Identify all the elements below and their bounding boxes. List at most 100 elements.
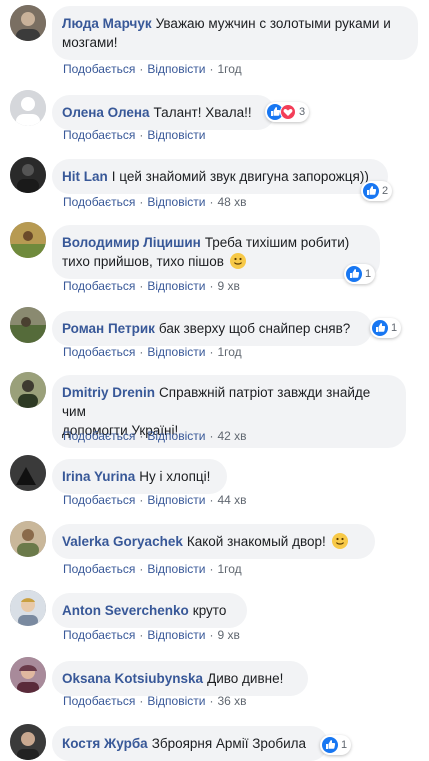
comment-bubble: Олена Олена Талант! Хвала!! bbox=[52, 95, 275, 130]
comment-time[interactable]: 48 хв bbox=[217, 195, 246, 209]
reaction-count: 1 bbox=[391, 322, 398, 334]
comment-time[interactable]: 1год bbox=[217, 345, 241, 359]
avatar[interactable] bbox=[10, 5, 46, 41]
comment-text: круто bbox=[192, 603, 227, 618]
comment-bubble: Hit Lan І цей знайомий звук двигуна запор… bbox=[52, 159, 388, 194]
comment-text: І цей знайомий звук двигуна запорожця)) bbox=[111, 169, 369, 184]
comment-actions: Подобається · Відповісти · 36 хв bbox=[63, 694, 247, 708]
comment-actions: Подобається · Відповісти · 1год bbox=[63, 345, 242, 359]
avatar[interactable] bbox=[10, 90, 46, 126]
reaction-summary[interactable]: 3 bbox=[265, 102, 310, 122]
reply-link[interactable]: Відповісти bbox=[147, 493, 205, 507]
comment-text: Треба тихішим робити) bbox=[204, 235, 350, 250]
comment-actions: Подобається · Відповісти · 42 хв bbox=[63, 429, 247, 443]
like-link[interactable]: Подобається bbox=[63, 429, 135, 443]
comment-actions: Подобається · Відповісти · 1год bbox=[63, 62, 242, 76]
reaction-count: 1 bbox=[341, 739, 348, 751]
like-link[interactable]: Подобається bbox=[63, 562, 135, 576]
avatar[interactable] bbox=[10, 724, 46, 760]
reply-link[interactable]: Відповісти bbox=[147, 628, 205, 642]
comment-author[interactable]: Oksana Kotsiubynska bbox=[62, 671, 203, 686]
comment-time[interactable]: 9 хв bbox=[217, 279, 239, 293]
like-link[interactable]: Подобається bbox=[63, 195, 135, 209]
comment-text: Диво дивне! bbox=[207, 671, 284, 686]
comment-bubble: Костя Журба Зброярня Армії Зробила bbox=[52, 726, 328, 761]
reply-link[interactable]: Відповісти bbox=[147, 429, 205, 443]
like-reaction-icon bbox=[346, 266, 362, 282]
reaction-count: 1 bbox=[365, 268, 372, 280]
comment-author[interactable]: Hit Lan bbox=[62, 169, 108, 184]
reaction-count: 3 bbox=[299, 106, 306, 118]
reply-link[interactable]: Відповісти bbox=[147, 562, 205, 576]
like-link[interactable]: Подобається bbox=[63, 62, 135, 76]
reply-link[interactable]: Відповісти bbox=[147, 345, 205, 359]
avatar[interactable] bbox=[10, 157, 46, 193]
comment-actions: Подобається · Відповісти · 9 хв bbox=[63, 628, 240, 642]
comment-text-line2: мозгами! bbox=[62, 35, 118, 50]
smile-emoji-icon bbox=[331, 533, 348, 549]
comment-actions: Подобається · Відповісти · 44 хв bbox=[63, 493, 247, 507]
comment-author[interactable]: Valerka Goryachek bbox=[62, 534, 183, 549]
like-reaction-icon bbox=[363, 183, 379, 199]
reply-link[interactable]: Відповісти bbox=[147, 62, 205, 76]
comment-text: бак зверху щоб снайпер сняв? bbox=[158, 321, 351, 336]
comment-text: Зброярня Армії Зробила bbox=[151, 736, 307, 751]
avatar[interactable] bbox=[10, 590, 46, 626]
comment-time[interactable]: 1год bbox=[217, 562, 241, 576]
avatar[interactable] bbox=[10, 455, 46, 491]
comment-author[interactable]: Олена Олена bbox=[62, 105, 150, 120]
like-link[interactable]: Подобається bbox=[63, 345, 135, 359]
avatar[interactable] bbox=[10, 521, 46, 557]
like-link[interactable]: Подобається bbox=[63, 279, 135, 293]
like-link[interactable]: Подобається bbox=[63, 493, 135, 507]
like-reaction-icon bbox=[372, 320, 388, 336]
comment-actions: Подобається · Відповісти · 9 хв bbox=[63, 279, 240, 293]
reaction-summary[interactable]: 1 bbox=[344, 264, 376, 284]
avatar[interactable] bbox=[10, 307, 46, 343]
comment-bubble: Люда Марчук Уважаю мужчин с золотыми рука… bbox=[52, 6, 418, 60]
comment-time[interactable]: 9 хв bbox=[217, 628, 239, 642]
comment-bubble: Valerka Goryachek Какой знакомый двор! bbox=[52, 524, 375, 559]
comment-bubble: Anton Severchenko круто bbox=[52, 593, 247, 628]
comment-author[interactable]: Anton Severchenko bbox=[62, 603, 189, 618]
comment-author[interactable]: Dmitriy Drenin bbox=[62, 385, 155, 400]
comment-time[interactable]: 1год bbox=[217, 62, 241, 76]
comment-text: Ну і хлопці! bbox=[139, 469, 211, 484]
comment-actions: Подобається · Відповісти · 1год bbox=[63, 562, 242, 576]
comment-author[interactable]: Люда Марчук bbox=[62, 16, 152, 31]
comment-actions: Подобається · Відповісти bbox=[63, 128, 206, 142]
comment-text-line2: тихо прийшов, тихо пішов bbox=[62, 254, 224, 269]
like-link[interactable]: Подобається bbox=[63, 694, 135, 708]
reaction-summary[interactable]: 1 bbox=[320, 735, 352, 755]
comment-bubble: Oksana Kotsiubynska Диво дивне! bbox=[52, 661, 308, 696]
comment-bubble: Володимир Ліцишин Треба тихішим робити) т… bbox=[52, 225, 380, 279]
reaction-summary[interactable]: 1 bbox=[370, 318, 402, 338]
reply-link[interactable]: Відповісти bbox=[147, 195, 205, 209]
comment-author[interactable]: Костя Журба bbox=[62, 736, 148, 751]
like-link[interactable]: Подобається bbox=[63, 128, 135, 142]
comment-text: Уважаю мужчин с золотыми руками и bbox=[155, 16, 391, 31]
comment-author[interactable]: Irina Yurina bbox=[62, 469, 135, 484]
comment-bubble: Irina Yurina Ну і хлопці! bbox=[52, 459, 227, 494]
like-link[interactable]: Подобається bbox=[63, 628, 135, 642]
avatar[interactable] bbox=[10, 372, 46, 408]
comment-actions: Подобається · Відповісти · 48 хв bbox=[63, 195, 247, 209]
comment-text: Какой знакомый двор! bbox=[186, 534, 326, 549]
comment-time[interactable]: 36 хв bbox=[217, 694, 246, 708]
like-reaction-icon bbox=[322, 737, 338, 753]
avatar[interactable] bbox=[10, 222, 46, 258]
comment-text: Талант! Хвала!! bbox=[153, 105, 252, 120]
reply-link[interactable]: Відповісти bbox=[147, 128, 205, 142]
smile-emoji-icon bbox=[229, 253, 246, 269]
reaction-summary[interactable]: 2 bbox=[361, 181, 393, 201]
love-reaction-icon bbox=[280, 104, 296, 120]
avatar[interactable] bbox=[10, 657, 46, 693]
comment-author[interactable]: Роман Петрик bbox=[62, 321, 155, 336]
reaction-count: 2 bbox=[382, 185, 389, 197]
comment-time[interactable]: 42 хв bbox=[217, 429, 246, 443]
comment-author[interactable]: Володимир Ліцишин bbox=[62, 235, 201, 250]
reply-link[interactable]: Відповісти bbox=[147, 279, 205, 293]
comment-bubble: Роман Петрик бак зверху щоб снайпер сняв? bbox=[52, 311, 372, 346]
reply-link[interactable]: Відповісти bbox=[147, 694, 205, 708]
comment-time[interactable]: 44 хв bbox=[217, 493, 246, 507]
